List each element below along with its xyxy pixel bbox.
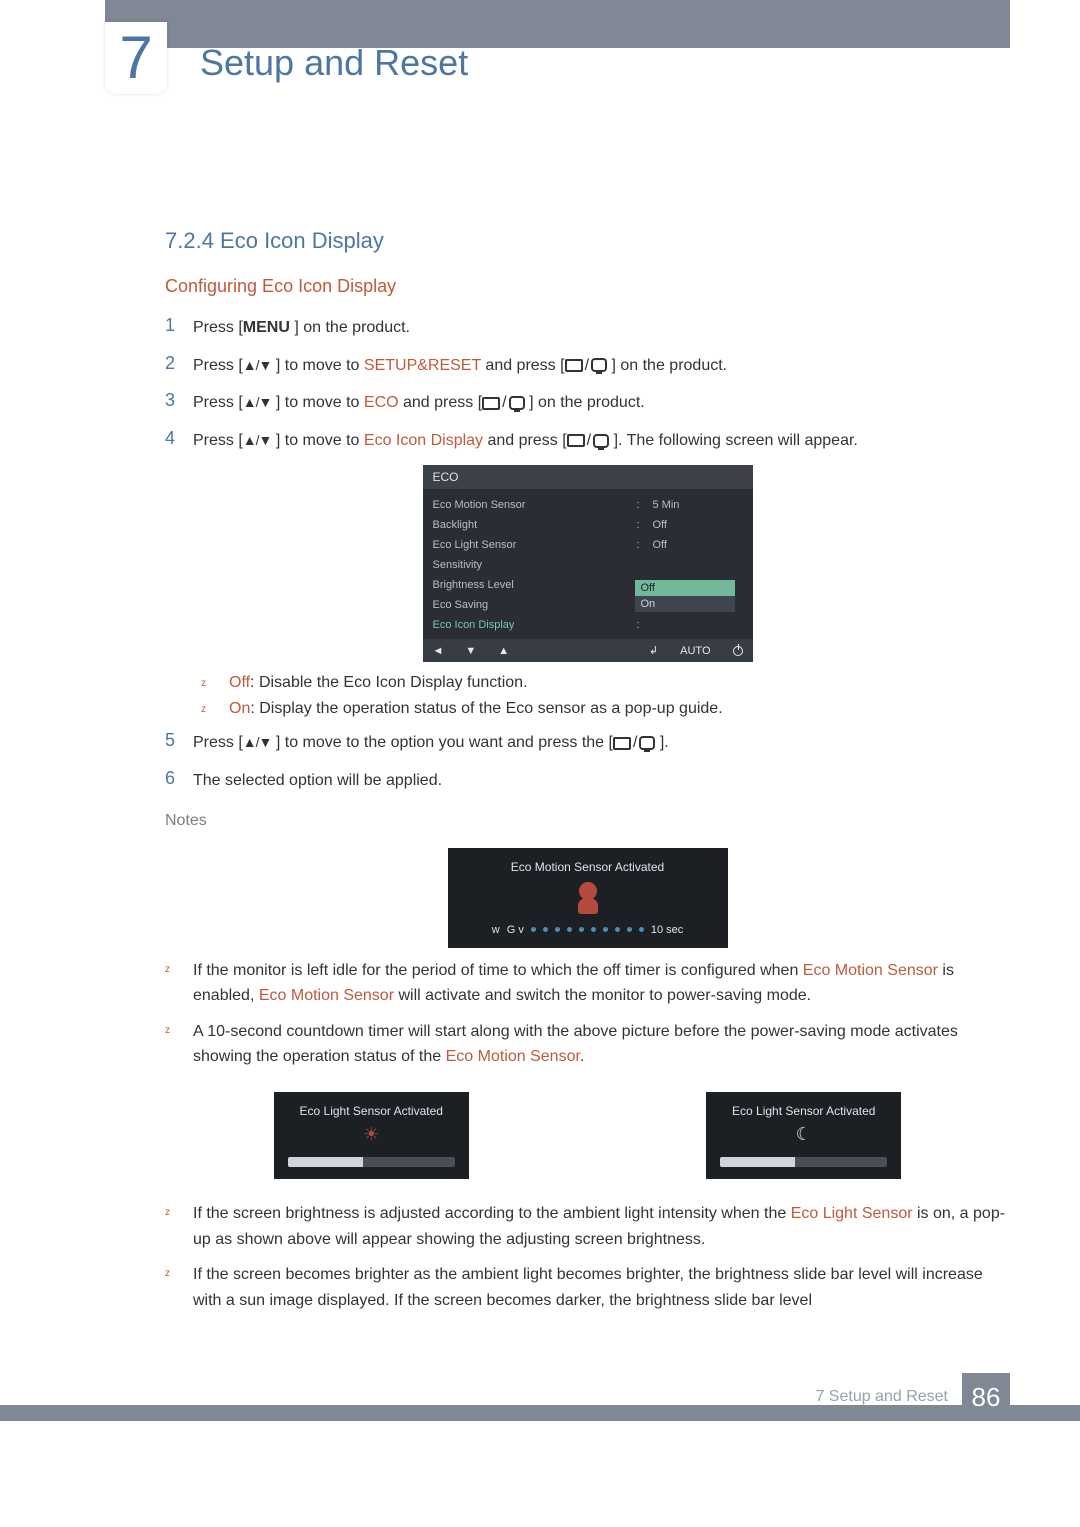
left-icon: ◄ <box>433 645 444 657</box>
footer-chapter: 7 Setup and Reset <box>815 1388 948 1406</box>
option-text: On: Display the operation status of the … <box>229 700 723 718</box>
updown-icon: ▲/▼ <box>243 394 272 410</box>
osd-footer: ◄ ▼ ▲ ↲ AUTO <box>423 639 753 662</box>
osd-header: ECO <box>423 465 753 489</box>
enter-icon: / <box>567 428 609 454</box>
step-text: Press [MENU ] on the product. <box>193 315 1010 341</box>
chapter-title: Setup and Reset <box>200 42 468 84</box>
osd-option: On <box>635 596 735 612</box>
updown-icon: ▲/▼ <box>243 432 272 448</box>
osd-item-label: Eco Motion Sensor <box>433 499 637 511</box>
enter-icon: / <box>482 390 524 416</box>
bullet-icon: z <box>165 958 193 1009</box>
step-number: 4 <box>165 428 193 449</box>
steps-list-cont: 5 Press [▲/▼ ] to move to the option you… <box>165 730 1010 793</box>
step-number: 1 <box>165 315 193 336</box>
options-list: zOff: Disable the Eco Icon Display funct… <box>201 674 1010 718</box>
step-text: Press [▲/▼ ] to move to the option you w… <box>193 730 1010 756</box>
chapter-badge: 7 <box>105 22 167 94</box>
auto-label: AUTO <box>680 645 710 657</box>
enter-icon: / <box>565 353 607 379</box>
bullet-icon: z <box>165 1262 193 1313</box>
step-text: The selected option will be applied. <box>193 768 1010 794</box>
notes-list-2: z If the screen brightness is adjusted a… <box>165 1201 1010 1313</box>
osd-item-value: Off <box>653 519 743 531</box>
osd-item-label: Sensitivity <box>433 559 637 571</box>
step-text: Press [▲/▼ ] to move to Eco Icon Display… <box>193 428 1010 454</box>
notes-list: z If the monitor is left idle for the pe… <box>165 958 1010 1070</box>
step-text: Press [▲/▼ ] to move to SETUP&RESET and … <box>193 353 1010 379</box>
moon-icon: ☾ <box>720 1118 887 1157</box>
popup-eco-light-sun: Eco Light Sensor Activated ☀ <box>274 1092 469 1179</box>
bullet-icon: z <box>201 674 229 692</box>
down-icon: ▼ <box>465 645 476 657</box>
osd-item-label: Eco Light Sensor <box>433 539 637 551</box>
bullet-icon: z <box>165 1019 193 1070</box>
osd-dropdown: Off On <box>635 580 735 612</box>
note-text: If the monitor is left idle for the peri… <box>193 958 1010 1009</box>
step-number: 5 <box>165 730 193 751</box>
updown-icon: ▲/▼ <box>243 735 272 751</box>
steps-list: 1 Press [MENU ] on the product. 2 Press … <box>165 315 1010 453</box>
step-number: 3 <box>165 390 193 411</box>
note-text: If the screen brightness is adjusted acc… <box>193 1201 1010 1252</box>
popup-eco-light-moon: Eco Light Sensor Activated ☾ <box>706 1092 901 1179</box>
note-text: If the screen becomes brighter as the am… <box>193 1262 1010 1313</box>
step-text: Press [▲/▼ ] to move to ECO and press [/… <box>193 390 1010 416</box>
subsection-heading: Configuring Eco Icon Display <box>165 276 1010 297</box>
popup-row: Eco Light Sensor Activated ☀ Eco Light S… <box>165 1084 1010 1187</box>
osd-item-value: Off <box>653 539 743 551</box>
note-text: A 10-second countdown timer will start a… <box>193 1019 1010 1070</box>
power-icon <box>733 646 743 656</box>
popup-title: Eco Light Sensor Activated <box>288 1104 455 1118</box>
page-footer: 7 Setup and Reset 86 <box>0 1373 1080 1421</box>
step-number: 2 <box>165 353 193 374</box>
step-number: 6 <box>165 768 193 789</box>
osd-item-value: 5 Min <box>653 499 743 511</box>
bullet-icon: z <box>201 700 229 718</box>
person-body-icon <box>578 898 598 914</box>
popup-scale: w G v 10 sec <box>462 924 714 936</box>
osd-option-selected: Off <box>635 580 735 596</box>
osd-item-label: Backlight <box>433 519 637 531</box>
osd-item-label-selected: Eco Icon Display <box>433 619 637 631</box>
osd-menu: ECO Eco Motion Sensor:5 Min Backlight:Of… <box>423 465 753 662</box>
up-icon: ▲ <box>498 645 509 657</box>
osd-item-label: Eco Saving <box>433 599 637 611</box>
osd-item-label: Brightness Level <box>433 579 637 591</box>
chapter-number: 7 <box>119 28 152 88</box>
sun-icon: ☀ <box>288 1118 455 1157</box>
popup-eco-motion: Eco Motion Sensor Activated w G v 10 sec <box>448 848 728 948</box>
bullet-icon: z <box>165 1201 193 1252</box>
header-bar: 7 Setup and Reset <box>0 0 1080 48</box>
option-text: Off: Disable the Eco Icon Display functi… <box>229 674 528 692</box>
section-heading: 7.2.4 Eco Icon Display <box>165 228 1010 254</box>
notes-heading: Notes <box>165 812 1010 830</box>
person-icon <box>579 882 597 900</box>
enter-icon: / <box>613 730 655 756</box>
popup-title: Eco Motion Sensor Activated <box>462 860 714 874</box>
page-number: 86 <box>962 1373 1010 1421</box>
enter-icon: ↲ <box>649 644 658 657</box>
updown-icon: ▲/▼ <box>243 357 272 373</box>
popup-title: Eco Light Sensor Activated <box>720 1104 887 1118</box>
